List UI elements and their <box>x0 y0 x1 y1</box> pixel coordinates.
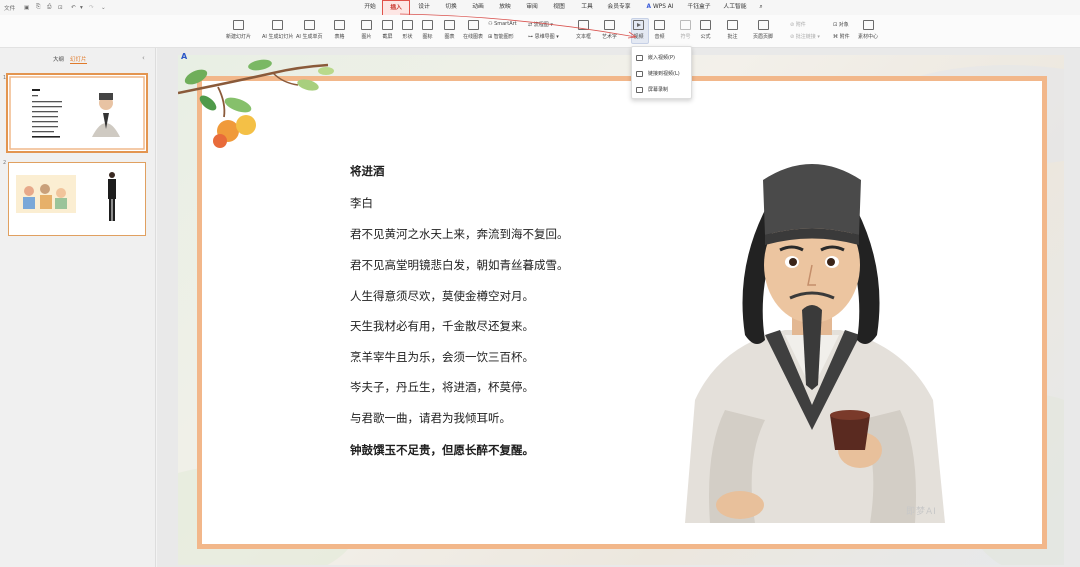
comment-icon <box>727 20 738 30</box>
collapse-panel-icon[interactable]: ‹ <box>142 54 145 62</box>
symbol-button[interactable]: 符号 <box>680 20 691 40</box>
tab-home[interactable]: 开始 <box>356 0 384 15</box>
ai-slide-button[interactable]: AI 生成幻灯片 <box>262 20 294 40</box>
slide-thumbnail-1[interactable] <box>6 73 148 153</box>
search-icon[interactable]: ⌕ <box>755 0 767 15</box>
audio-button[interactable]: 音频 <box>654 20 665 40</box>
save-icon[interactable]: ▣ <box>24 3 29 12</box>
image-button[interactable]: 图片 <box>361 20 372 40</box>
object-button[interactable]: ⊡ 对象 <box>833 21 849 28</box>
embed-video-item[interactable]: 嵌入视频(P) <box>636 53 675 62</box>
attachment-link-button[interactable]: ⊘ 附件 <box>790 21 806 28</box>
ai-single-page-button[interactable]: AI 生成单页 <box>296 20 323 40</box>
poem-line: 天生我材必有用，千金散尽还复来。 <box>350 319 534 333</box>
print-icon[interactable]: ⎙ <box>47 3 51 12</box>
undo-dropdown-icon[interactable]: ▾ <box>80 3 83 12</box>
quick-access-dropdown-icon[interactable]: ⌄ <box>101 3 106 12</box>
resource-center-icon <box>862 20 874 30</box>
tab-outline[interactable]: 大纲 <box>53 55 64 63</box>
screen-record-item[interactable]: 屏幕录制 <box>636 85 668 94</box>
poem-author: 李白 <box>350 196 373 210</box>
embed-video-icon <box>636 54 643 61</box>
tab-ai[interactable]: 人工智能 <box>717 0 753 15</box>
undo-icon[interactable]: ↶ <box>71 3 76 12</box>
tab-toolbox[interactable]: 千钰盒子 <box>681 0 717 15</box>
video-dropdown-menu: 嵌入视频(P) 链接到视频(L) 屏幕录制 <box>631 46 692 99</box>
header-footer-button[interactable]: 页眉页脚 <box>753 20 773 40</box>
attach-button[interactable]: ⌘ 附件 <box>833 33 850 40</box>
file-menu[interactable]: 文件 <box>4 3 15 12</box>
comment-link-button[interactable]: ⊘ 批注链接 ▾ <box>790 33 820 40</box>
screenshot-button[interactable]: 截屏 <box>382 20 393 40</box>
persimmon-branch-decoration <box>178 59 334 148</box>
print-preview-icon[interactable]: ⊡ <box>58 3 63 12</box>
poem-line: 君不见黄河之水天上来，奔流到海不复回。 <box>350 227 569 241</box>
poem-last-line: 钟鼓馔玉不足贵，但愿长醉不复醒。 <box>350 443 534 457</box>
header-footer-icon <box>757 20 769 30</box>
redo-icon[interactable]: ↷ <box>89 3 94 12</box>
slide-2-preview <box>9 163 145 235</box>
formula-button[interactable]: 公式 <box>700 20 711 40</box>
li-bai-illustration[interactable] <box>665 150 960 523</box>
annotation-arrow <box>399 13 637 39</box>
poem-line: 人生得意须尽欢，莫使金樽空对月。 <box>350 289 534 303</box>
poem-line: 君不见高堂明镜悲白发，朝如青丝暮成雪。 <box>350 258 569 272</box>
new-slide-button[interactable]: 新建幻灯片 <box>226 20 251 40</box>
image-icon <box>361 20 372 30</box>
slide-number: 2 <box>3 160 7 166</box>
slide-thumbnail-2[interactable] <box>8 162 146 236</box>
comment-button[interactable]: 批注 <box>727 20 738 40</box>
slide-panel: 大纲 幻灯片 ‹ 1 2 <box>0 48 156 567</box>
scissors-icon <box>382 20 393 30</box>
ai-watermark: 即梦AI <box>906 507 937 517</box>
symbol-icon <box>680 20 691 30</box>
file-menu-label: 文件 <box>4 5 16 12</box>
poem-title: 将进酒 <box>350 164 385 178</box>
ai-page-icon <box>303 20 315 30</box>
formula-icon <box>700 20 711 30</box>
slide-1-preview <box>9 76 145 150</box>
poem-line: 与君歌一曲，请君为我倾耳听。 <box>350 411 511 425</box>
new-slide-icon <box>233 20 244 30</box>
export-pdf-icon[interactable]: ⎘ <box>36 3 40 12</box>
table-button[interactable]: 表格 <box>334 20 345 40</box>
link-video-icon <box>636 70 643 77</box>
table-icon <box>334 20 345 30</box>
poem-line: 烹羊宰牛且为乐，会须一饮三百杯。 <box>350 350 534 364</box>
ai-slide-icon <box>272 20 284 30</box>
resource-center-button[interactable]: 素材中心 <box>858 20 878 40</box>
speaker-icon <box>654 20 665 30</box>
tab-slides[interactable]: 幻灯片 <box>70 55 87 64</box>
link-video-item[interactable]: 链接到视频(L) <box>636 69 680 78</box>
poem-line: 岑夫子，丹丘生，将进酒，杯莫停。 <box>350 380 534 394</box>
screen-record-icon <box>636 86 643 93</box>
